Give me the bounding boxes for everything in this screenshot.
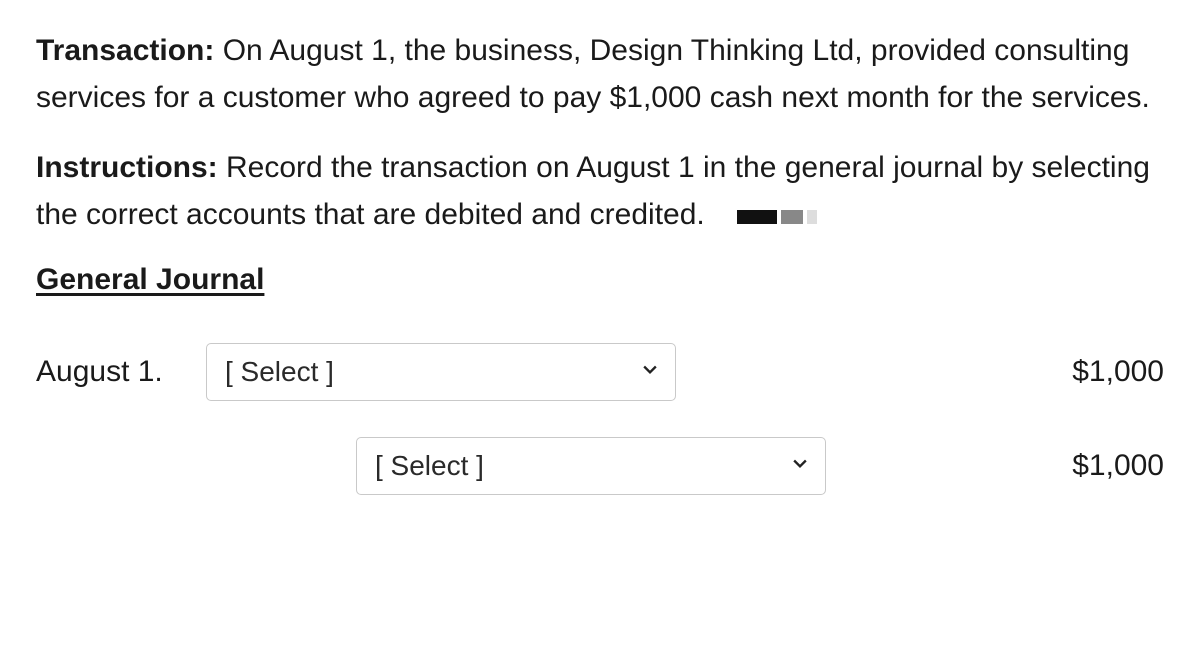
select-placeholder: [ Select ] [375, 450, 484, 482]
journal-date: August 1. [36, 355, 206, 389]
debit-amount: $1,000 [1032, 355, 1164, 389]
general-journal-heading: General Journal [36, 263, 1164, 297]
credit-account-select[interactable]: [ Select ] [356, 437, 826, 495]
instructions-paragraph: Instructions: Record the transaction on … [36, 145, 1164, 239]
select-placeholder: [ Select ] [225, 356, 334, 388]
instructions-label: Instructions: [36, 151, 218, 184]
transaction-label: Transaction: [36, 34, 214, 67]
journal-row: August 1. [ Select ] $1,000 [36, 343, 1164, 401]
chevron-down-icon [643, 365, 657, 379]
credit-amount: $1,000 [952, 449, 1164, 483]
debit-account-select[interactable]: [ Select ] [206, 343, 676, 401]
journal-row: [ Select ] $1,000 [36, 437, 1164, 495]
chevron-down-icon [793, 459, 807, 473]
decorative-bars [733, 192, 817, 239]
transaction-paragraph: Transaction: On August 1, the business, … [36, 28, 1164, 121]
